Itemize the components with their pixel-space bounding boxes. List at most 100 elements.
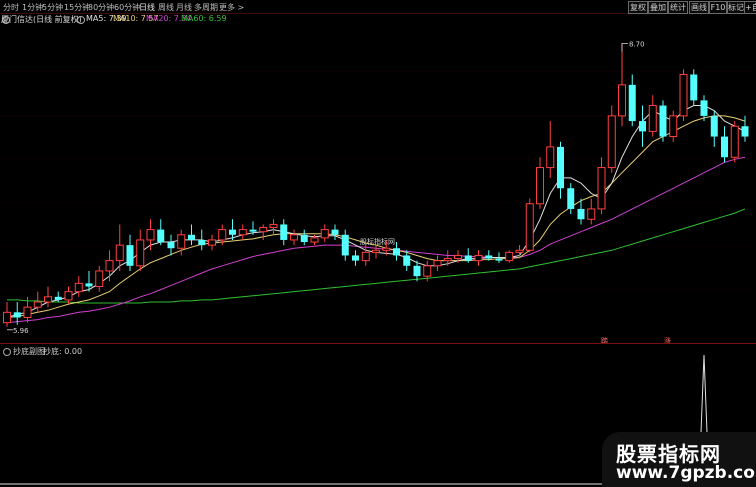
candle <box>690 69 698 106</box>
candle <box>648 95 657 137</box>
candle <box>136 229 145 271</box>
signal-label-2: 涨 <box>664 337 671 345</box>
candle-body <box>454 254 462 260</box>
candle <box>557 141 564 199</box>
candle <box>341 229 349 261</box>
candle-body <box>136 239 145 267</box>
candle <box>536 157 544 209</box>
brand-watermark: 股票指标网 www.7gpzb.com <box>602 432 756 487</box>
candle-body <box>485 255 493 259</box>
candle-body <box>433 260 442 267</box>
candle <box>198 229 206 251</box>
candle-body <box>300 234 308 243</box>
high-marker <box>621 43 628 52</box>
candle-body <box>238 229 247 236</box>
candle <box>741 115 749 142</box>
candle-body <box>361 251 370 262</box>
candlesticks <box>3 43 749 327</box>
candle <box>238 224 247 240</box>
candle-body <box>382 247 391 251</box>
candle <box>505 250 514 263</box>
candle <box>280 219 288 246</box>
candle-body <box>13 312 21 318</box>
center-watermark: 股标指标网 <box>360 238 395 246</box>
candle <box>372 245 380 259</box>
candle-body <box>546 146 555 169</box>
candle-body <box>639 121 646 132</box>
candle <box>474 250 483 266</box>
candle-body <box>587 208 596 220</box>
candle-body <box>310 237 319 243</box>
high-price-label: 8.70 <box>629 41 645 49</box>
sub-settings-icon[interactable] <box>3 348 11 356</box>
chart-grid <box>0 27 756 334</box>
candle-body <box>146 229 155 241</box>
candle-body <box>505 251 514 262</box>
candle <box>721 126 728 163</box>
candle-body <box>495 258 503 261</box>
candle <box>361 245 370 266</box>
candle-body <box>700 100 708 116</box>
candle <box>464 248 472 263</box>
candle-body <box>403 255 411 266</box>
candle-body <box>464 255 472 261</box>
candle <box>607 105 616 173</box>
candle-body <box>23 306 32 318</box>
candle-body <box>115 244 124 262</box>
sub-chart-value: 抄底: 0.00 <box>43 347 83 356</box>
candle-body <box>33 301 42 308</box>
candle-body <box>188 234 195 240</box>
candle-body <box>259 227 268 233</box>
candle-body <box>352 255 359 261</box>
candle <box>352 250 359 266</box>
candle-body <box>331 229 339 235</box>
panel-divider[interactable] <box>0 343 756 344</box>
candle <box>679 69 688 122</box>
candle <box>44 286 52 308</box>
candle-body <box>177 234 186 249</box>
candle-body <box>167 242 175 249</box>
candle-body <box>218 229 227 241</box>
candle-body <box>126 245 134 266</box>
candle-body <box>679 74 688 117</box>
moving-average-lines <box>6 105 746 324</box>
candle-body <box>741 126 749 137</box>
candle-body <box>64 291 73 301</box>
candle-body <box>730 125 739 158</box>
candle-body <box>536 167 544 205</box>
candle-body <box>474 254 483 262</box>
candle <box>64 286 73 305</box>
candle <box>167 234 175 256</box>
candle-body <box>721 136 728 158</box>
candle-body <box>567 188 575 209</box>
candle <box>126 234 134 271</box>
candle-body <box>423 265 432 277</box>
candle-body <box>443 258 452 262</box>
candle <box>95 265 104 292</box>
candle <box>188 224 195 246</box>
candle-body <box>710 115 718 137</box>
candle-body <box>341 234 349 256</box>
candle <box>157 219 165 246</box>
candle <box>74 276 83 297</box>
candle <box>320 224 329 243</box>
candle <box>290 229 298 246</box>
ma10-line <box>6 115 746 318</box>
candle-body <box>280 224 288 240</box>
candle <box>597 157 606 215</box>
candle-body <box>648 105 657 132</box>
candle <box>710 110 718 147</box>
candle <box>300 229 308 246</box>
sub-chart-name: 抄底副图 <box>13 347 45 356</box>
candle-body <box>628 84 636 122</box>
candle-body <box>515 249 524 253</box>
candle-body <box>54 296 62 300</box>
candle <box>659 100 667 142</box>
candle-body <box>669 115 678 138</box>
candle-body <box>690 74 698 101</box>
candle <box>433 255 442 271</box>
candle <box>525 198 534 253</box>
candle-body <box>557 146 564 189</box>
candle-body <box>597 167 606 210</box>
candle-body <box>85 283 93 287</box>
